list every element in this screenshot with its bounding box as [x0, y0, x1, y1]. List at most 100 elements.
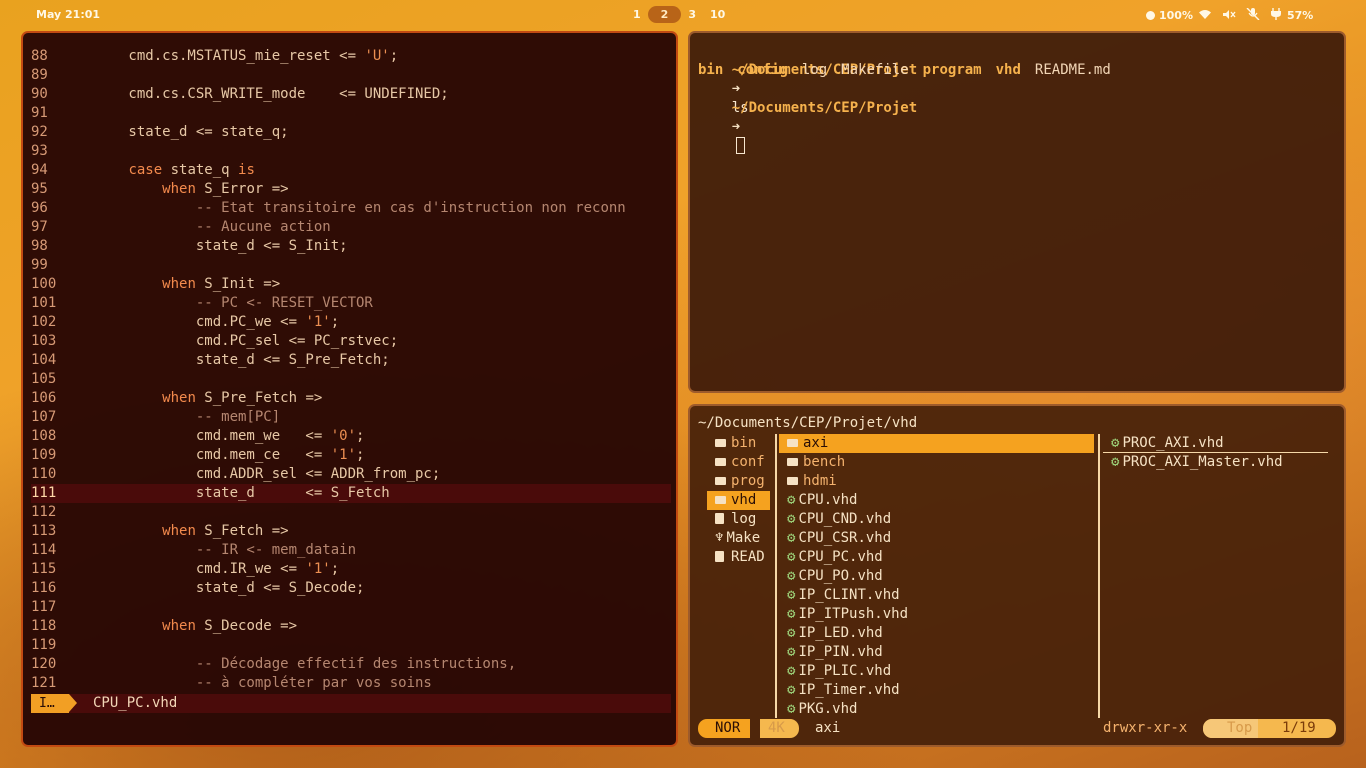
workspace-10[interactable]: 10 — [703, 6, 732, 23]
entry-name: IP_PLIC.vhd — [798, 663, 892, 679]
entry-name: CPU_PO.vhd — [798, 568, 883, 584]
code-line[interactable]: 92 state_d <= state_q; — [31, 123, 671, 142]
code-line[interactable]: 106 when S_Pre_Fetch => — [31, 389, 671, 408]
code-text: -- à compléter par vos soins — [195, 675, 432, 691]
file-entry[interactable]: ⚙ CPU_CSR.vhd — [779, 529, 1094, 548]
code-view[interactable]: 88 cmd.cs.MSTATUS_mie_reset <= 'U'; 89 90 … — [31, 47, 671, 693]
code-line[interactable]: 91 — [31, 104, 671, 123]
file-entry[interactable]: ⚙ CPU_PC.vhd — [779, 548, 1094, 567]
code-text: when S_Error => — [162, 181, 289, 197]
code-line[interactable]: 121 -- à compléter par vos soins — [31, 674, 671, 693]
folder-icon — [715, 496, 726, 504]
code-line[interactable]: 107 -- mem[PC] — [31, 408, 671, 427]
mic-muted-icon[interactable] — [1246, 7, 1260, 23]
code-text: state_d <= S_Fetch — [61, 485, 390, 501]
code-line[interactable]: 102 cmd.PC_we <= '1'; — [31, 313, 671, 332]
parent-directory-column[interactable]: bin conf prog vhd log ♆ Make READ — [707, 434, 770, 567]
line-number: 121 — [31, 675, 57, 691]
code-line[interactable]: 89 — [31, 66, 671, 85]
code-line[interactable]: 103 cmd.PC_sel <= PC_rstvec; — [31, 332, 671, 351]
gear-icon: ⚙ — [1111, 435, 1120, 451]
code-line[interactable]: 97 -- Aucune action — [31, 218, 671, 237]
file-manager-window[interactable]: ~/Documents/CEP/Projet/vhd bin conf prog vh… — [688, 404, 1346, 747]
file-entry[interactable]: ♆ Make — [707, 529, 770, 548]
directory-entry[interactable]: bench — [779, 453, 1094, 472]
wifi-icon[interactable] — [1198, 9, 1212, 23]
code-line[interactable]: 112 — [31, 503, 671, 522]
code-line[interactable]: 100 when S_Init => — [31, 275, 671, 294]
preview-column[interactable]: ⚙ PROC_AXI.vhd ⚙ PROC_AXI_Master.vhd — [1103, 434, 1328, 472]
ls-entry: vhd — [995, 62, 1021, 78]
file-entry[interactable]: ⚙ IP_Timer.vhd — [779, 681, 1094, 700]
code-line[interactable]: 120 -- Décodage effectif des instruction… — [31, 655, 671, 674]
code-text: cmd.PC_we <= '1'; — [61, 314, 340, 330]
entry-name: IP_ITPush.vhd — [798, 606, 909, 622]
workspace-2[interactable]: 2 — [647, 6, 682, 23]
line-number: 99 — [31, 257, 48, 273]
file-entry[interactable]: ⚙ CPU_PO.vhd — [779, 567, 1094, 586]
entry-name: READ — [731, 549, 765, 565]
file-entry[interactable]: ⚙ IP_LED.vhd — [779, 624, 1094, 643]
terminal-line-prompt[interactable]: ~/Documents/CEP/Projet ➜ — [698, 80, 917, 154]
code-line[interactable]: 98 state_d <= S_Init; — [31, 237, 671, 256]
readme-icon — [715, 551, 724, 562]
directory-entry[interactable]: bin — [707, 434, 770, 453]
code-text: when S_Init => — [162, 276, 281, 292]
entry-name: vhd — [731, 492, 757, 508]
fm-item-count: 1/19 — [1282, 720, 1316, 736]
code-line[interactable]: 96 -- Etat transitoire en cas d'instruct… — [31, 199, 671, 218]
directory-entry[interactable]: prog — [707, 472, 770, 491]
code-line[interactable]: 88 cmd.cs.MSTATUS_mie_reset <= 'U'; — [31, 47, 671, 66]
workspace-1[interactable]: 1 — [626, 6, 648, 23]
folder-icon — [787, 458, 798, 466]
code-line[interactable]: 109 cmd.mem_ce <= '1'; — [31, 446, 671, 465]
directory-entry[interactable]: conf — [707, 453, 770, 472]
editor-window[interactable]: 88 cmd.cs.MSTATUS_mie_reset <= 'U'; 89 90 … — [21, 31, 678, 747]
volume-muted-icon[interactable] — [1222, 9, 1236, 23]
gear-icon: ⚙ — [787, 663, 796, 679]
code-line[interactable]: 101 -- PC <- RESET_VECTOR — [31, 294, 671, 313]
code-line[interactable]: 105 — [31, 370, 671, 389]
code-line[interactable]: 115 cmd.IR_we <= '1'; — [31, 560, 671, 579]
current-code-line[interactable]: 111 state_d <= S_Fetch — [31, 484, 671, 503]
code-line[interactable]: 93 — [31, 142, 671, 161]
code-line[interactable]: 113 when S_Fetch => — [31, 522, 671, 541]
file-entry[interactable]: ⚙ PROC_AXI_Master.vhd — [1103, 453, 1328, 472]
terminal-cursor[interactable] — [735, 137, 745, 154]
code-line[interactable]: 116 state_d <= S_Decode; — [31, 579, 671, 598]
file-entry[interactable]: ⚙ IP_PIN.vhd — [779, 643, 1094, 662]
current-directory-column[interactable]: axi bench hdmi ⚙ CPU.vhd ⚙ CPU_CND.vhd ⚙ CPU_CSR… — [779, 434, 1094, 719]
file-entry[interactable]: log — [707, 510, 770, 529]
file-entry[interactable]: ⚙ PROC_AXI.vhd — [1103, 434, 1328, 453]
code-line[interactable]: 90 cmd.cs.CSR_WRITE_mode <= UNDEFINED; — [31, 85, 671, 104]
file-entry[interactable]: READ — [707, 548, 770, 567]
code-line[interactable]: 104 state_d <= S_Pre_Fetch; — [31, 351, 671, 370]
file-manager-path: ~/Documents/CEP/Projet/vhd — [698, 415, 918, 431]
column-divider — [1098, 434, 1100, 718]
file-entry[interactable]: ⚙ IP_PLIC.vhd — [779, 662, 1094, 681]
folder-icon — [715, 439, 726, 447]
line-number: 114 — [31, 542, 57, 558]
entry-name: Make — [726, 530, 761, 546]
line-number: 90 — [31, 86, 48, 102]
directory-entry[interactable]: vhd — [707, 491, 770, 510]
file-entry[interactable]: ⚙ IP_ITPush.vhd — [779, 605, 1094, 624]
code-line[interactable]: 95 when S_Error => — [31, 180, 671, 199]
code-line[interactable]: 99 — [31, 256, 671, 275]
directory-entry[interactable]: axi — [779, 434, 1094, 453]
code-line[interactable]: 108 cmd.mem_we <= '0'; — [31, 427, 671, 446]
file-entry[interactable]: ⚙ CPU_CND.vhd — [779, 510, 1094, 529]
code-line[interactable]: 118 when S_Decode => — [31, 617, 671, 636]
code-line[interactable]: 114 -- IR <- mem_datain — [31, 541, 671, 560]
code-line[interactable]: 110 cmd.ADDR_sel <= ADDR_from_pc; — [31, 465, 671, 484]
file-entry[interactable]: ⚙ CPU.vhd — [779, 491, 1094, 510]
terminal-window[interactable]: ~/Documents/CEP/Projet ➜ ls bin config log… — [688, 31, 1346, 393]
directory-entry[interactable]: hdmi — [779, 472, 1094, 491]
code-line[interactable]: 119 — [31, 636, 671, 655]
code-line[interactable]: 117 — [31, 598, 671, 617]
entry-name: IP_PIN.vhd — [798, 644, 883, 660]
file-entry[interactable]: ⚙ PKG.vhd — [779, 700, 1094, 719]
workspace-3[interactable]: 3 — [681, 6, 703, 23]
code-line[interactable]: 94 case state_q is — [31, 161, 671, 180]
file-entry[interactable]: ⚙ IP_CLINT.vhd — [779, 586, 1094, 605]
